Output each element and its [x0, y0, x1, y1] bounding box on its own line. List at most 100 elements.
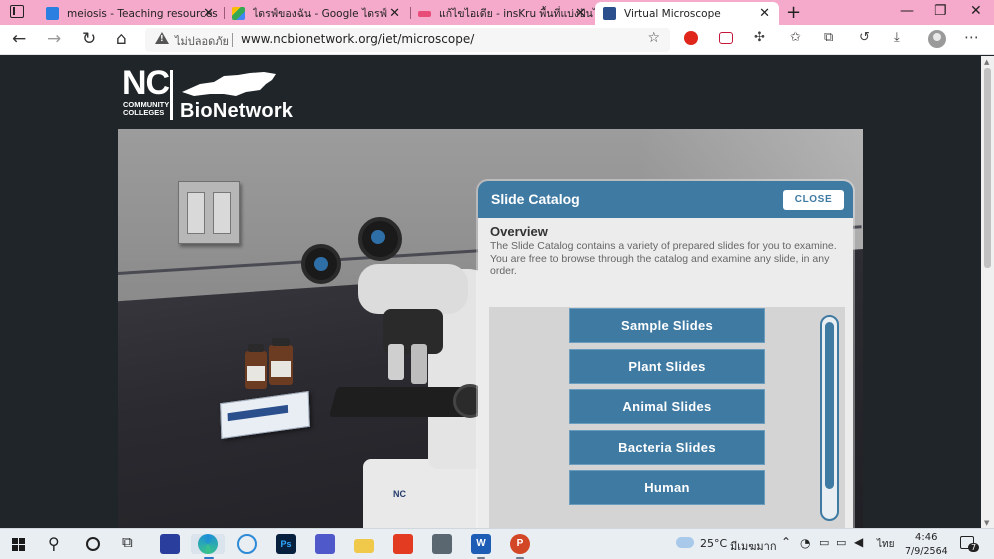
tab-inskru[interactable]: แก้ไขไอเดีย - insKru พื้นที่แบ่งปันไอเดี…: [410, 2, 595, 25]
slide-catalog-dialog: Slide Catalog CLOSE Overview The Slide C…: [478, 181, 853, 528]
window-close-button[interactable]: ✕: [970, 3, 982, 19]
powerpoint-icon[interactable]: P: [510, 534, 530, 554]
tab-title: แก้ไขไอเดีย - insKru พื้นที่แบ่งปันไอเดี…: [439, 8, 595, 20]
address-bar[interactable]: ไม่ปลอดภัย www.ncbionetwork.org/iet/micr…: [145, 28, 670, 52]
clock-time[interactable]: 4:46: [915, 532, 937, 543]
tab-close-icon[interactable]: ✕: [203, 6, 214, 21]
warning-icon: [155, 32, 169, 44]
switch-toggle: [213, 192, 231, 234]
extensions-icon[interactable]: ✣: [754, 30, 765, 45]
animal-slides-button[interactable]: Animal Slides: [569, 389, 765, 424]
dialog-title: Slide Catalog: [491, 191, 580, 207]
weather-condition[interactable]: มีเมฆมาก: [730, 537, 777, 555]
tab-virtual-microscope[interactable]: Virtual Microscope ✕: [595, 2, 779, 25]
volume-icon[interactable]: ◀: [854, 535, 863, 549]
forward-icon[interactable]: →: [47, 29, 61, 49]
add-favorite-icon[interactable]: ☆: [647, 30, 660, 46]
sample-slides-button[interactable]: Sample Slides: [569, 308, 765, 343]
favorites-icon[interactable]: ✩: [790, 30, 801, 45]
dialog-body: Overview The Slide Catalog contains a va…: [478, 218, 853, 528]
notification-badge: 7: [968, 543, 980, 552]
slide-box-stripe: [227, 404, 289, 422]
microscope-badge: NC: [393, 489, 406, 499]
close-button[interactable]: CLOSE: [783, 190, 844, 210]
bottle-label: [247, 366, 265, 382]
drive-icon: [232, 7, 245, 20]
tray-chevron-icon[interactable]: ⌃: [781, 535, 791, 549]
new-tab-button[interactable]: +: [786, 2, 801, 23]
windows-start-icon[interactable]: [12, 538, 25, 551]
bionetwork-icon: [603, 7, 616, 20]
url-text[interactable]: www.ncbionetwork.org/iet/microscope/: [241, 32, 474, 46]
page-scrollbar[interactable]: ▲ ▼: [981, 56, 994, 528]
bottle-label: [271, 361, 291, 377]
catalog-scroll-thumb[interactable]: [825, 322, 834, 489]
clock-date[interactable]: 7/9/2564: [905, 546, 948, 557]
favicon-icon: [46, 7, 59, 20]
profile-avatar[interactable]: [928, 30, 946, 48]
teams-icon[interactable]: [315, 534, 335, 554]
scroll-up-icon[interactable]: ▲: [984, 58, 989, 66]
task-view-icon[interactable]: ⧉: [122, 533, 133, 551]
bacteria-slides-button[interactable]: Bacteria Slides: [569, 430, 765, 465]
scroll-down-icon[interactable]: ▼: [984, 519, 989, 527]
reagent-bottle: [245, 344, 267, 389]
address-divider: [232, 33, 233, 47]
dialog-header: Slide Catalog CLOSE: [478, 181, 853, 218]
reagent-bottle: [269, 338, 293, 385]
weather-temp[interactable]: 25°C: [700, 537, 727, 550]
weather-cloud-icon: [676, 537, 694, 548]
file-explorer-icon[interactable]: [354, 539, 374, 553]
tab-google-drive[interactable]: ไดรฟ์ของฉัน - Google ไดรฟ์ ✕: [224, 2, 409, 25]
edge-icon[interactable]: [198, 534, 218, 554]
objective-lens: [388, 344, 404, 380]
opera-extension-icon[interactable]: [684, 31, 698, 45]
input-language[interactable]: ไทย: [877, 537, 894, 552]
tab-close-icon[interactable]: ✕: [389, 6, 400, 21]
bottle-cap: [248, 344, 264, 352]
nc-state-map-icon: [182, 72, 276, 96]
tool-icon[interactable]: [237, 534, 257, 554]
eyepiece: [358, 217, 402, 261]
tab-title: ไดรฟ์ของฉัน - Google ไดรฟ์: [253, 8, 388, 20]
tab-strip: meiosis - Teaching resources ✕ ไดรฟ์ของฉ…: [0, 0, 994, 25]
tab-title: Virtual Microscope: [624, 7, 721, 20]
download-icon[interactable]: ⤓: [894, 30, 900, 45]
history-icon[interactable]: ↺: [859, 30, 870, 45]
switch-toggle: [187, 192, 205, 234]
eyepiece: [301, 244, 341, 284]
light-switch: [178, 181, 240, 244]
security-label[interactable]: ไม่ปลอดภัย: [175, 32, 229, 50]
catalog-scrollbar[interactable]: [820, 315, 839, 521]
tab-actions-icon[interactable]: [10, 5, 24, 18]
human-slides-button[interactable]: Human: [569, 470, 765, 505]
minimize-button[interactable]: —: [900, 3, 914, 19]
restore-button[interactable]: ❐: [934, 3, 947, 19]
search-icon[interactable]: ⚲: [48, 534, 60, 553]
plant-slides-button[interactable]: Plant Slides: [569, 349, 765, 384]
logo-divider: [170, 70, 173, 120]
photoshop-icon[interactable]: Ps: [276, 534, 296, 554]
office-icon[interactable]: [393, 534, 413, 554]
battery-icon[interactable]: ▭: [836, 536, 846, 549]
overview-text: The Slide Catalog contains a variety of …: [490, 240, 837, 277]
writing-app-icon[interactable]: [160, 534, 180, 554]
tab-meiosis[interactable]: meiosis - Teaching resources ✕: [38, 2, 223, 25]
page-scroll-thumb[interactable]: [984, 68, 991, 268]
collections-icon[interactable]: ⧉: [824, 30, 833, 45]
tab-close-icon[interactable]: ✕: [759, 6, 770, 21]
refresh-icon[interactable]: ↻: [82, 29, 96, 49]
cortana-icon[interactable]: [86, 537, 100, 551]
calculator-icon[interactable]: [432, 534, 452, 554]
wifi-icon[interactable]: ◔: [800, 536, 810, 550]
device-icon[interactable]: ▭: [819, 536, 829, 549]
tab-close-icon[interactable]: ✕: [575, 6, 586, 21]
objective-lens: [411, 344, 427, 384]
media-extension-icon[interactable]: [719, 32, 733, 44]
back-icon[interactable]: ←: [12, 29, 26, 49]
word-icon[interactable]: W: [471, 534, 491, 554]
microscope-head: [358, 264, 468, 314]
logo-bionetwork: BioNetwork: [180, 100, 294, 122]
more-icon[interactable]: ⋯: [964, 28, 979, 46]
home-icon[interactable]: ⌂: [116, 29, 127, 49]
